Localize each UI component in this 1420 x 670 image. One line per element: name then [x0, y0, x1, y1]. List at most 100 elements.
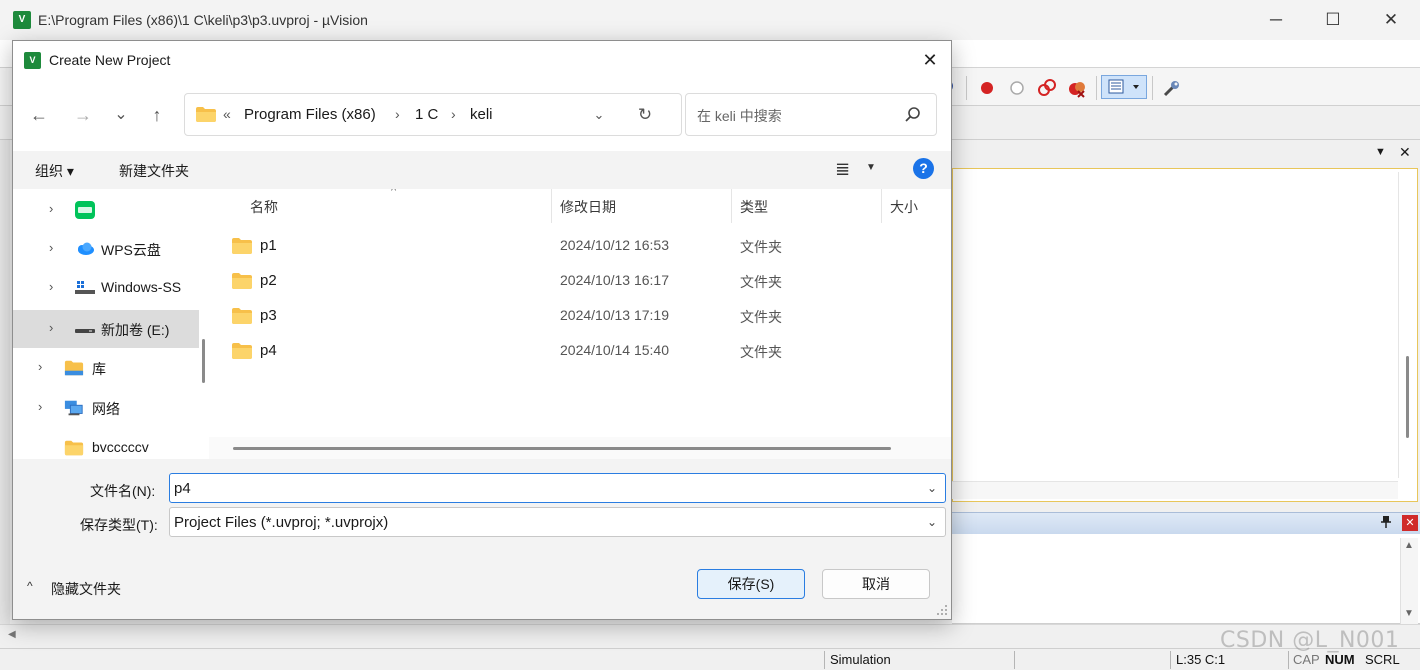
column-header-modified[interactable]: 修改日期 [560, 197, 616, 217]
nav-item-label: 库 [92, 361, 106, 377]
chevron-down-icon[interactable]: ⌄ [927, 481, 937, 495]
expand-chevron-icon[interactable]: › [38, 399, 42, 414]
scroll-up-icon[interactable]: ▲ [1404, 540, 1414, 551]
up-button[interactable]: ↑ [143, 101, 171, 129]
scroll-down-icon[interactable]: ▼ [1404, 608, 1414, 619]
expand-chevron-icon[interactable]: › [49, 201, 53, 216]
close-window-button[interactable]: ✕ [1369, 6, 1413, 34]
organize-menu-button[interactable]: 组织 ▾ [35, 161, 74, 181]
column-divider[interactable] [551, 189, 552, 223]
file-row[interactable]: p4 2024/10/14 15:40 文件夹 [209, 334, 951, 369]
file-row[interactable]: p2 2024/10/13 16:17 文件夹 [209, 264, 951, 299]
search-input[interactable]: 在 keli 中搜索 [697, 106, 782, 126]
file-row[interactable]: p3 2024/10/13 17:19 文件夹 [209, 299, 951, 334]
file-row[interactable]: p1 2024/10/12 16:53 文件夹 [209, 229, 951, 264]
filename-input[interactable]: p4 [174, 480, 191, 497]
address-bar[interactable]: « Program Files (x86) › 1 C › keli ⌄ ↻ [184, 93, 682, 136]
output-close-icon[interactable]: ✕ [1402, 515, 1418, 531]
help-icon[interactable]: ? [913, 158, 934, 179]
status-num: NUM [1325, 652, 1355, 667]
filename-field[interactable]: p4 ⌄ [169, 473, 946, 503]
search-box[interactable]: 在 keli 中搜索 [685, 93, 937, 136]
status-divider [1014, 651, 1015, 669]
recent-locations-button[interactable]: ⌄ [107, 101, 135, 129]
forward-button[interactable]: → [69, 101, 97, 129]
filetype-select[interactable]: Project Files (*.uvproj; *.uvprojx) ⌄ [169, 507, 946, 537]
view-dropdown-icon[interactable]: ▼ [866, 162, 876, 173]
back-button[interactable]: ← [25, 101, 53, 129]
breakpoint-icon[interactable] [977, 78, 997, 98]
nav-item-windows-drive[interactable]: › Windows-SS [13, 269, 199, 307]
ide-horizontal-scrollbar[interactable]: ◀ [0, 624, 1420, 646]
output-scrollbar[interactable]: ▲ ▼ [1400, 538, 1418, 624]
file-type: 文件夹 [740, 274, 782, 290]
editor-horizontal-scrollbar[interactable] [952, 481, 1398, 499]
new-folder-button[interactable]: 新建文件夹 [119, 161, 189, 181]
iqiyi-icon [75, 201, 95, 219]
folder-icon [196, 107, 216, 122]
dialog-titlebar: V Create New Project ✕ [13, 41, 951, 79]
address-segment-keli[interactable]: keli [470, 106, 493, 123]
enable-breakpoints-icon[interactable] [1037, 78, 1057, 98]
column-divider[interactable] [881, 189, 882, 223]
panel-close-icon[interactable]: ✕ [1399, 144, 1411, 161]
output-panel[interactable] [952, 534, 1420, 624]
minimize-button[interactable]: ─ [1254, 6, 1298, 34]
panel-dropdown-icon[interactable]: ▼ [1375, 146, 1386, 158]
expand-chevron-icon[interactable]: › [49, 320, 53, 335]
nav-item-new-volume-e[interactable]: › 新加卷 (E:) [13, 310, 199, 348]
kill-breakpoints-icon[interactable] [1067, 78, 1087, 98]
editor-area[interactable] [952, 168, 1418, 502]
address-separator[interactable]: › [395, 106, 400, 122]
address-segment-program-files[interactable]: Program Files (x86) [244, 106, 376, 123]
dialog-title: Create New Project [49, 52, 171, 68]
address-separator[interactable]: › [451, 106, 456, 122]
save-button[interactable]: 保存(S) [697, 569, 805, 599]
address-dropdown-icon[interactable]: ⌄ [587, 103, 611, 127]
uvision-logo-icon: V [24, 52, 41, 69]
nav-item-bvcccccv[interactable]: bvcccccv [13, 429, 199, 459]
folder-icon [64, 440, 84, 456]
wrench-icon[interactable] [1162, 78, 1182, 98]
maximize-button[interactable]: ☐ [1311, 6, 1355, 34]
column-header-name[interactable]: 名称 [250, 197, 278, 217]
nav-item-iqiyi[interactable]: › [13, 191, 199, 229]
save-fields: 文件名(N): p4 ⌄ 保存类型(T): Project Files (*.u… [13, 459, 951, 543]
scroll-left-icon[interactable]: ◀ [8, 629, 16, 640]
navigation-pane-scrollbar[interactable] [199, 189, 209, 459]
expand-chevron-icon[interactable]: › [49, 279, 53, 294]
address-segment-1c[interactable]: 1 C [415, 106, 438, 123]
column-header-type[interactable]: 类型 [740, 197, 768, 217]
refresh-icon[interactable]: ↻ [633, 103, 657, 127]
editor-panel-header: ▼ ✕ [952, 141, 1420, 167]
file-list-scroll-thumb[interactable] [233, 447, 891, 450]
sort-ascending-icon: ^ [391, 189, 397, 197]
editor-vertical-scrollbar[interactable] [1398, 172, 1416, 478]
filename-label: 文件名(N): [90, 483, 156, 499]
windows-drive-icon [75, 281, 95, 294]
pin-icon[interactable] [1380, 515, 1392, 532]
editor-scroll-thumb[interactable] [1406, 356, 1409, 438]
nav-item-network[interactable]: › 网络 [13, 389, 199, 427]
file-list-horizontal-scrollbar[interactable] [209, 437, 951, 459]
address-overflow[interactable]: « [223, 106, 231, 122]
navigation-pane-scroll-thumb[interactable] [202, 339, 205, 383]
resize-grip-icon[interactable] [936, 604, 948, 616]
column-divider[interactable] [731, 189, 732, 223]
nav-item-label: 网络 [92, 401, 120, 417]
chevron-down-icon[interactable]: ⌄ [927, 515, 937, 529]
search-icon[interactable] [904, 106, 922, 124]
cancel-button[interactable]: 取消 [822, 569, 930, 599]
expand-chevron-icon[interactable]: › [38, 359, 42, 374]
nav-item-wps-cloud[interactable]: › WPS云盘 [13, 230, 199, 268]
nav-item-library[interactable]: › 库 [13, 349, 199, 387]
breakpoint-disabled-icon[interactable] [1007, 78, 1027, 98]
chevron-up-icon[interactable]: ^ [27, 579, 33, 593]
output-panel-header: ✕ [952, 512, 1420, 534]
dialog-close-button[interactable]: ✕ [915, 46, 945, 74]
expand-chevron-icon[interactable]: › [49, 240, 53, 255]
hide-folders-toggle[interactable]: 隐藏文件夹 [51, 579, 121, 599]
column-header-size[interactable]: 大小 [890, 197, 918, 217]
window-layout-dropdown-icon[interactable] [1101, 75, 1147, 99]
view-options-icon[interactable]: ≣ [835, 159, 857, 179]
